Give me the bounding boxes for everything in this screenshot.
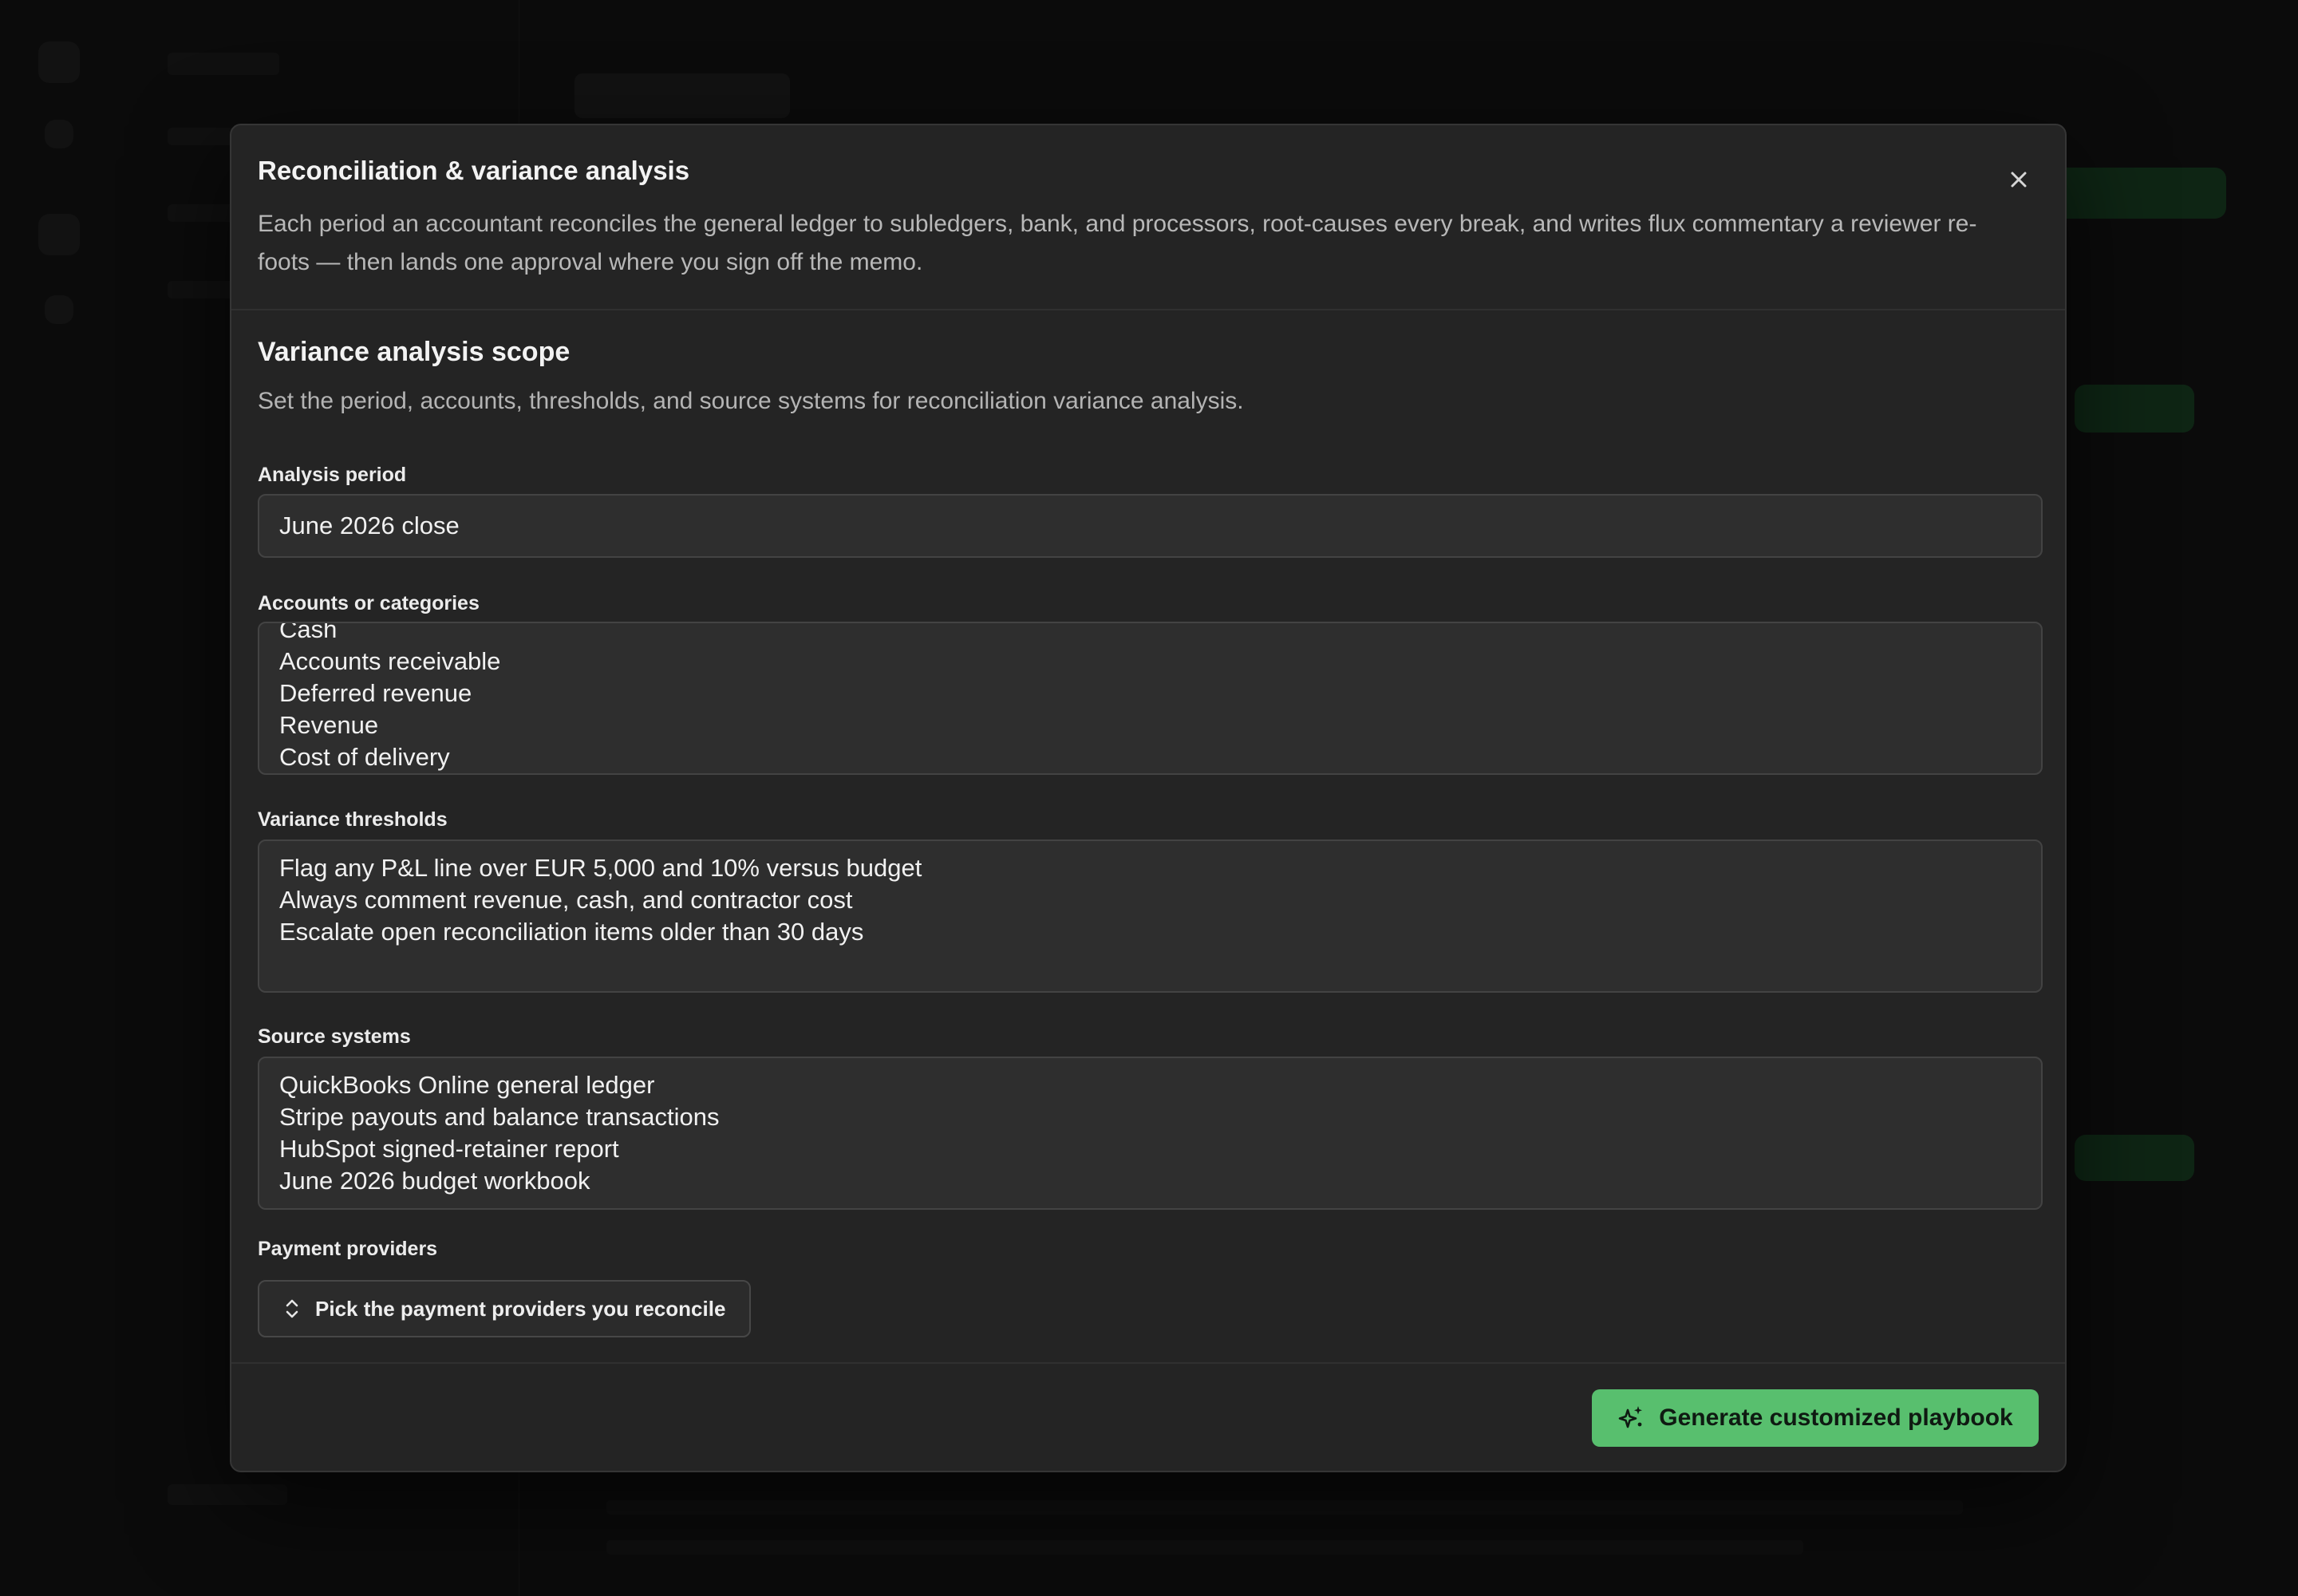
sources-line: June 2026 budget workbook [279, 1167, 590, 1195]
section-title: Variance analysis scope [258, 337, 571, 367]
chevron-up-down-icon [286, 1299, 298, 1318]
modal-title: Reconciliation & variance analysis [258, 156, 690, 185]
sources-line: HubSpot signed-retainer report [279, 1135, 619, 1163]
close-icon [2011, 172, 2027, 188]
close-button[interactable] [2001, 162, 2036, 197]
accounts-line: Accounts receivable [279, 647, 501, 675]
thresholds-line: Always comment revenue, cash, and contra… [279, 886, 853, 914]
thresholds-textarea[interactable]: Flag any P&L line over EUR 5,000 and 10%… [258, 839, 2043, 993]
generate-playbook-label: Generate customized playbook [1659, 1404, 2013, 1431]
accounts-line: Deferred revenue [279, 679, 472, 707]
accounts-line: Cost of delivery [279, 743, 450, 771]
playbook-modal: Reconciliation & variance analysis Each … [230, 124, 2067, 1472]
section-description: Set the period, accounts, thresholds, an… [258, 388, 1244, 414]
sources-textarea[interactable]: QuickBooks Online general ledger Stripe … [258, 1057, 2043, 1210]
thresholds-line: Flag any P&L line over EUR 5,000 and 10%… [279, 854, 922, 882]
analysis-period-label: Analysis period [258, 464, 407, 486]
sources-line: QuickBooks Online general ledger [279, 1071, 655, 1099]
accounts-textarea[interactable]: Cash Accounts receivable Deferred revenu… [258, 622, 2043, 775]
thresholds-line: Escalate open reconciliation items older… [279, 918, 864, 946]
analysis-period-input[interactable]: June 2026 close [258, 494, 2043, 558]
providers-label: Payment providers [258, 1238, 438, 1260]
providers-button-label: Pick the payment providers you reconcile [315, 1296, 726, 1321]
providers-select-button[interactable]: Pick the payment providers you reconcile [258, 1280, 751, 1337]
accounts-label: Accounts or categories [258, 592, 480, 614]
modal-description: Each period an accountant reconciles the… [258, 211, 1977, 275]
modal-footer [231, 1362, 2065, 1364]
sparkles-icon [1618, 1406, 1643, 1428]
sources-line: Stripe payouts and balance transactions [279, 1103, 720, 1131]
sources-label: Source systems [258, 1025, 411, 1048]
accounts-line: Cash [279, 622, 338, 643]
thresholds-label: Variance thresholds [258, 808, 448, 831]
accounts-line: Revenue [279, 711, 379, 739]
modal-header: Reconciliation & variance analysis Each … [231, 125, 2065, 310]
generate-playbook-button[interactable]: Generate customized playbook [1592, 1389, 2039, 1447]
